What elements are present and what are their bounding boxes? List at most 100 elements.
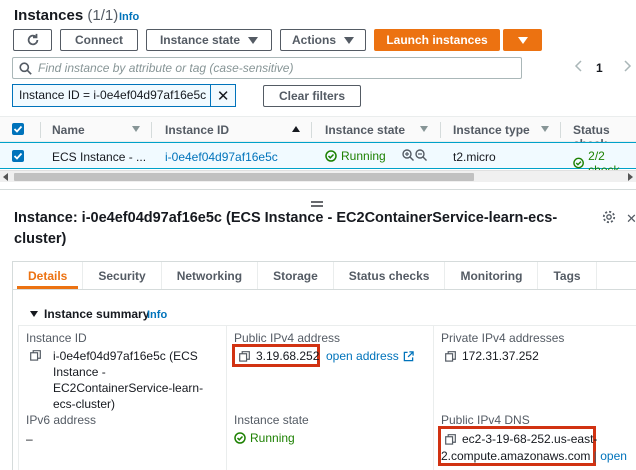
search-icon	[19, 61, 32, 75]
instance-id-value: i-0e4ef04d97af16e5c (ECS Instance - EC2C…	[30, 348, 220, 412]
public-dns-line-2: 2.compute.amazonaws.com | open	[441, 448, 627, 464]
instance-detail-title: Instance: i-0e4ef04d97af16e5c (ECS Insta…	[14, 210, 558, 247]
scroll-left-icon[interactable]	[3, 173, 8, 181]
tab-monitoring[interactable]: Monitoring	[445, 262, 539, 289]
title-text: Instances	[14, 7, 84, 24]
tab-storage[interactable]: Storage	[258, 262, 334, 289]
scroll-right-icon[interactable]	[628, 173, 633, 181]
ipv6-label: IPv6 address	[26, 413, 97, 427]
instance-id-text: i-0e4ef04d97af16e5c (ECS Instance - EC2C…	[53, 349, 204, 411]
instance-state-text: Running	[250, 431, 295, 445]
summary-info-link[interactable]: Info	[147, 309, 167, 321]
search-box[interactable]	[12, 57, 522, 79]
sort-icon[interactable]	[420, 126, 428, 132]
copy-icon[interactable]	[445, 433, 456, 445]
close-panel-icon[interactable]: ✕	[626, 211, 636, 227]
copy-icon[interactable]	[445, 350, 456, 362]
copy-icon[interactable]	[239, 350, 250, 362]
row-checkbox[interactable]	[12, 150, 24, 162]
column-divider	[433, 326, 434, 470]
launch-instances-button[interactable]: Launch instances	[374, 29, 500, 51]
open-address-link[interactable]: open address	[326, 349, 414, 363]
caret-down-icon	[517, 36, 528, 44]
separator: |	[593, 449, 597, 463]
column-name[interactable]: Name	[52, 123, 85, 137]
public-ipv4-value: 3.19.68.252	[239, 348, 319, 364]
search-input[interactable]	[38, 61, 508, 75]
table-header: Name Instance ID Instance state Instance…	[0, 116, 636, 151]
public-dns-label: Public IPv4 DNS	[441, 413, 530, 427]
row-instance-id-link[interactable]: i-0e4ef04d97af16e5c	[165, 150, 278, 164]
zoom-out-icon[interactable]	[415, 149, 427, 161]
tab-security[interactable]: Security	[83, 262, 162, 289]
public-ipv4-label: Public IPv4 address	[234, 331, 341, 345]
private-ipv4-label: Private IPv4 addresses	[441, 331, 565, 345]
success-icon	[325, 150, 337, 162]
instance-count: (1/1)	[87, 7, 119, 24]
actions-dropdown[interactable]: Actions	[280, 29, 366, 51]
sort-icon[interactable]	[541, 126, 549, 132]
tab-networking[interactable]: Networking	[162, 262, 259, 289]
clear-filters-button[interactable]: Clear filters	[263, 85, 361, 107]
prev-page-icon[interactable]	[574, 60, 582, 75]
column-instance-state[interactable]: Instance state	[325, 123, 405, 137]
check-icon	[13, 152, 23, 160]
column-instance-type[interactable]: Instance type	[453, 123, 530, 137]
scrollbar-thumb[interactable]	[14, 173, 474, 181]
private-ipv4-value: 172.31.37.252	[445, 348, 539, 364]
info-link[interactable]: Info	[119, 11, 139, 23]
tab-details[interactable]: Details	[13, 262, 84, 289]
row-instance-type: t2.micro	[453, 150, 496, 164]
column-instance-id[interactable]: Instance ID	[165, 123, 229, 137]
sort-icon[interactable]	[132, 126, 140, 132]
page-title: Instances (1/1)	[14, 7, 118, 24]
sort-ascending-icon[interactable]	[292, 126, 300, 132]
public-dns-text-1: ec2-3-19-68-252.us-east-	[462, 432, 598, 446]
instance-state-label: Instance state	[234, 413, 309, 427]
ipv6-value: –	[26, 432, 33, 446]
select-all-checkbox[interactable]	[12, 123, 24, 135]
external-link-icon	[403, 350, 414, 361]
tab-status-checks[interactable]: Status checks	[334, 262, 446, 289]
connect-button[interactable]: Connect	[60, 29, 138, 51]
success-icon	[573, 157, 584, 169]
zoom-controls	[402, 149, 427, 161]
instance-state-dropdown[interactable]: Instance state	[146, 29, 272, 51]
next-page-icon[interactable]	[624, 60, 632, 75]
open-dns-link[interactable]: open	[600, 449, 627, 463]
row-state: Running	[325, 149, 386, 163]
table-row[interactable]: ECS Instance - ... i-0e4ef04d97af16e5c R…	[0, 142, 636, 177]
zoom-in-icon[interactable]	[402, 149, 414, 161]
instance-state-label: Instance state	[159, 33, 241, 47]
copy-icon[interactable]	[30, 350, 41, 361]
check-icon	[13, 125, 23, 133]
horizontal-scrollbar[interactable]	[0, 170, 636, 182]
tab-tags[interactable]: Tags	[538, 262, 597, 289]
row-state-text: Running	[341, 149, 386, 163]
page-number[interactable]: 1	[596, 61, 603, 75]
caret-down-icon	[344, 36, 354, 44]
public-dns-text-2: 2.compute.amazonaws.com	[441, 449, 591, 463]
instance-state-value: Running	[234, 431, 295, 445]
private-ipv4-text: 172.31.37.252	[462, 349, 539, 363]
public-ipv4-text: 3.19.68.252	[256, 349, 320, 363]
detail-tabs: Details Security Networking Storage Stat…	[12, 261, 636, 290]
settings-gear-icon[interactable]	[602, 210, 616, 227]
filter-token-text: Instance ID = i-0e4ef04d97af16e5c	[13, 85, 212, 106]
filter-token: Instance ID = i-0e4ef04d97af16e5c ✕	[12, 84, 237, 107]
caret-down-icon	[30, 311, 38, 317]
open-address-text: open address	[326, 349, 399, 363]
row-name: ECS Instance - ...	[52, 150, 147, 164]
summary-title: Instance summary	[44, 307, 150, 321]
public-dns-line-1: ec2-3-19-68-252.us-east-	[445, 431, 597, 447]
actions-label: Actions	[291, 33, 336, 47]
close-icon[interactable]: ✕	[211, 85, 235, 106]
launch-options-dropdown[interactable]	[503, 29, 542, 51]
refresh-icon	[27, 33, 38, 46]
success-icon	[234, 432, 246, 444]
caret-down-icon	[248, 36, 259, 44]
split-divider	[0, 189, 636, 190]
refresh-button[interactable]	[13, 29, 52, 51]
instance-id-label: Instance ID	[26, 331, 87, 345]
instance-summary-toggle[interactable]: Instance summary	[30, 307, 149, 321]
